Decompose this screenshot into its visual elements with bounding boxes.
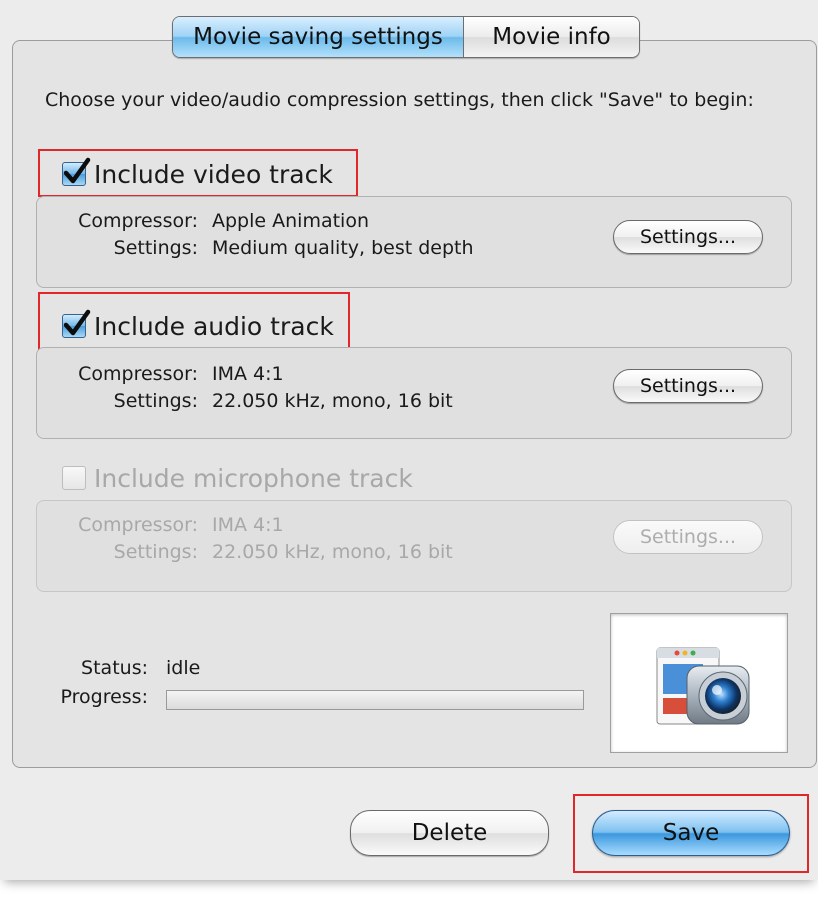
microphone-compressor-label: Compressor: (78, 514, 198, 536)
microphone-compressor-value: IMA 4:1 (212, 514, 284, 536)
include-microphone-track-label: Include microphone track (94, 463, 413, 493)
tab-bar: Movie saving settings Movie info (172, 16, 640, 58)
audio-settings-label: Settings: (113, 390, 198, 412)
microphone-compressor-row: Compressor: IMA 4:1 (45, 513, 284, 537)
include-audio-track-checkbox[interactable] (62, 309, 91, 338)
status-label: Status: (81, 657, 148, 679)
video-compressor-label: Compressor: (78, 210, 198, 232)
movie-save-window: Movie saving settings Movie info Choose … (0, 0, 818, 880)
audio-settings-value: 22.050 kHz, mono, 16 bit (212, 390, 453, 412)
status-value: idle (166, 657, 201, 679)
microphone-settings-row: Settings: 22.050 kHz, mono, 16 bit (45, 540, 453, 564)
video-settings-label: Settings: (113, 237, 198, 259)
include-audio-track-label: Include audio track (94, 311, 334, 341)
include-video-track-checkbox[interactable] (62, 157, 91, 186)
microphone-settings-label: Settings: (113, 541, 198, 563)
video-compressor-row: Compressor: Apple Animation (45, 209, 369, 233)
progress-bar (166, 690, 584, 710)
include-microphone-track-checkbox[interactable] (62, 466, 86, 490)
include-microphone-track-row[interactable]: Include microphone track (62, 463, 413, 493)
intro-text: Choose your video/audio compression sett… (45, 89, 754, 111)
audio-compressor-row: Compressor: IMA 4:1 (45, 362, 284, 386)
video-settings-value: Medium quality, best depth (212, 237, 474, 259)
video-compressor-value: Apple Animation (212, 210, 369, 232)
checkmark-icon (63, 157, 91, 184)
audio-compressor-label: Compressor: (78, 363, 198, 385)
tab-movie-saving-settings[interactable]: Movie saving settings (173, 17, 464, 57)
video-settings-button[interactable]: Settings... (613, 220, 763, 254)
microphone-settings-value: 22.050 kHz, mono, 16 bit (212, 541, 453, 563)
app-icon-well (610, 613, 788, 753)
audio-compressor-value: IMA 4:1 (212, 363, 284, 385)
progress-label: Progress: (60, 686, 149, 708)
include-video-track-label: Include video track (94, 159, 333, 189)
audio-settings-row: Settings: 22.050 kHz, mono, 16 bit (45, 389, 453, 413)
tab-movie-info[interactable]: Movie info (464, 17, 639, 57)
audio-settings-button[interactable]: Settings... (613, 369, 763, 403)
microphone-settings-button[interactable]: Settings... (613, 520, 763, 554)
checkmark-icon (63, 309, 91, 336)
include-video-track-row[interactable]: Include video track (62, 157, 333, 189)
video-settings-row: Settings: Medium quality, best depth (45, 236, 474, 260)
include-audio-track-row[interactable]: Include audio track (62, 309, 334, 341)
delete-button[interactable]: Delete (350, 810, 549, 856)
camera-screen-recorder-icon (656, 647, 750, 725)
save-button[interactable]: Save (592, 810, 790, 856)
